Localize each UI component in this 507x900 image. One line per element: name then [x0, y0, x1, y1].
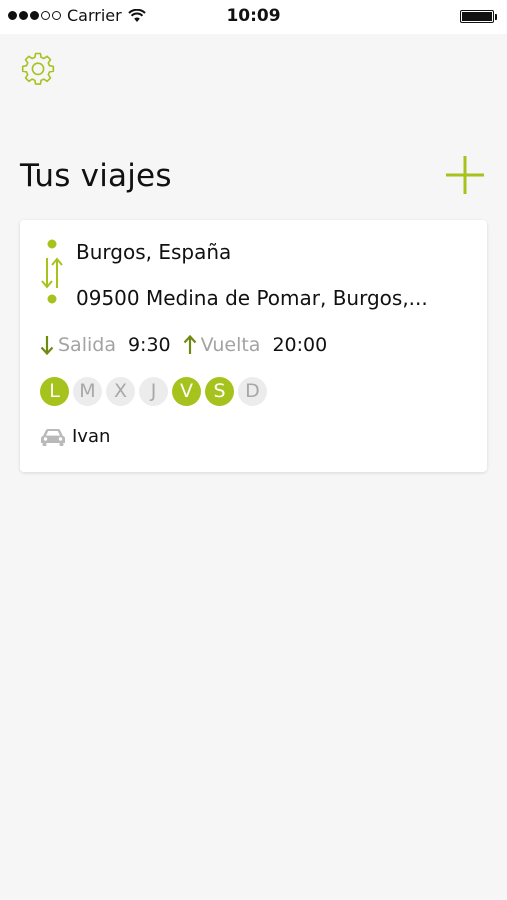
day-sunday: D — [238, 377, 267, 406]
day-saturday: S — [205, 377, 234, 406]
trip-origin: Burgos, España — [76, 240, 232, 264]
weekday-selector: L M X J V S D — [40, 377, 267, 406]
battery-icon — [460, 10, 497, 23]
driver-name: Ivan — [72, 426, 111, 447]
page-title: Tus viajes — [20, 158, 172, 194]
trip-driver: Ivan — [40, 426, 110, 447]
trip-card[interactable]: Burgos, España 09500 Medina de Pomar, Bu… — [20, 220, 487, 472]
day-friday: V — [172, 377, 201, 406]
plus-icon — [446, 156, 484, 194]
swap-vertical-icon — [38, 238, 68, 308]
settings-button[interactable] — [18, 48, 58, 88]
gear-icon — [21, 52, 55, 85]
return-time: 20:00 — [272, 334, 328, 356]
status-bar: Carrier 10:09 — [0, 0, 507, 34]
car-icon — [41, 428, 65, 446]
trip-times: Salida 9:30 Vuelta 20:00 — [40, 332, 339, 358]
trip-destination: 09500 Medina de Pomar, Burgos,... — [76, 286, 428, 310]
departure-label: Salida — [58, 334, 116, 356]
departure-time: 9:30 — [127, 334, 171, 356]
day-wednesday: X — [106, 377, 135, 406]
day-tuesday: M — [73, 377, 102, 406]
return-label: Vuelta — [200, 334, 261, 356]
arrow-down-icon — [40, 335, 54, 356]
day-thursday: J — [139, 377, 168, 406]
status-time: 10:09 — [226, 6, 281, 26]
arrow-up-icon — [183, 334, 197, 355]
day-monday: L — [40, 377, 69, 406]
top-bar — [0, 34, 507, 104]
add-trip-button[interactable] — [444, 154, 486, 196]
